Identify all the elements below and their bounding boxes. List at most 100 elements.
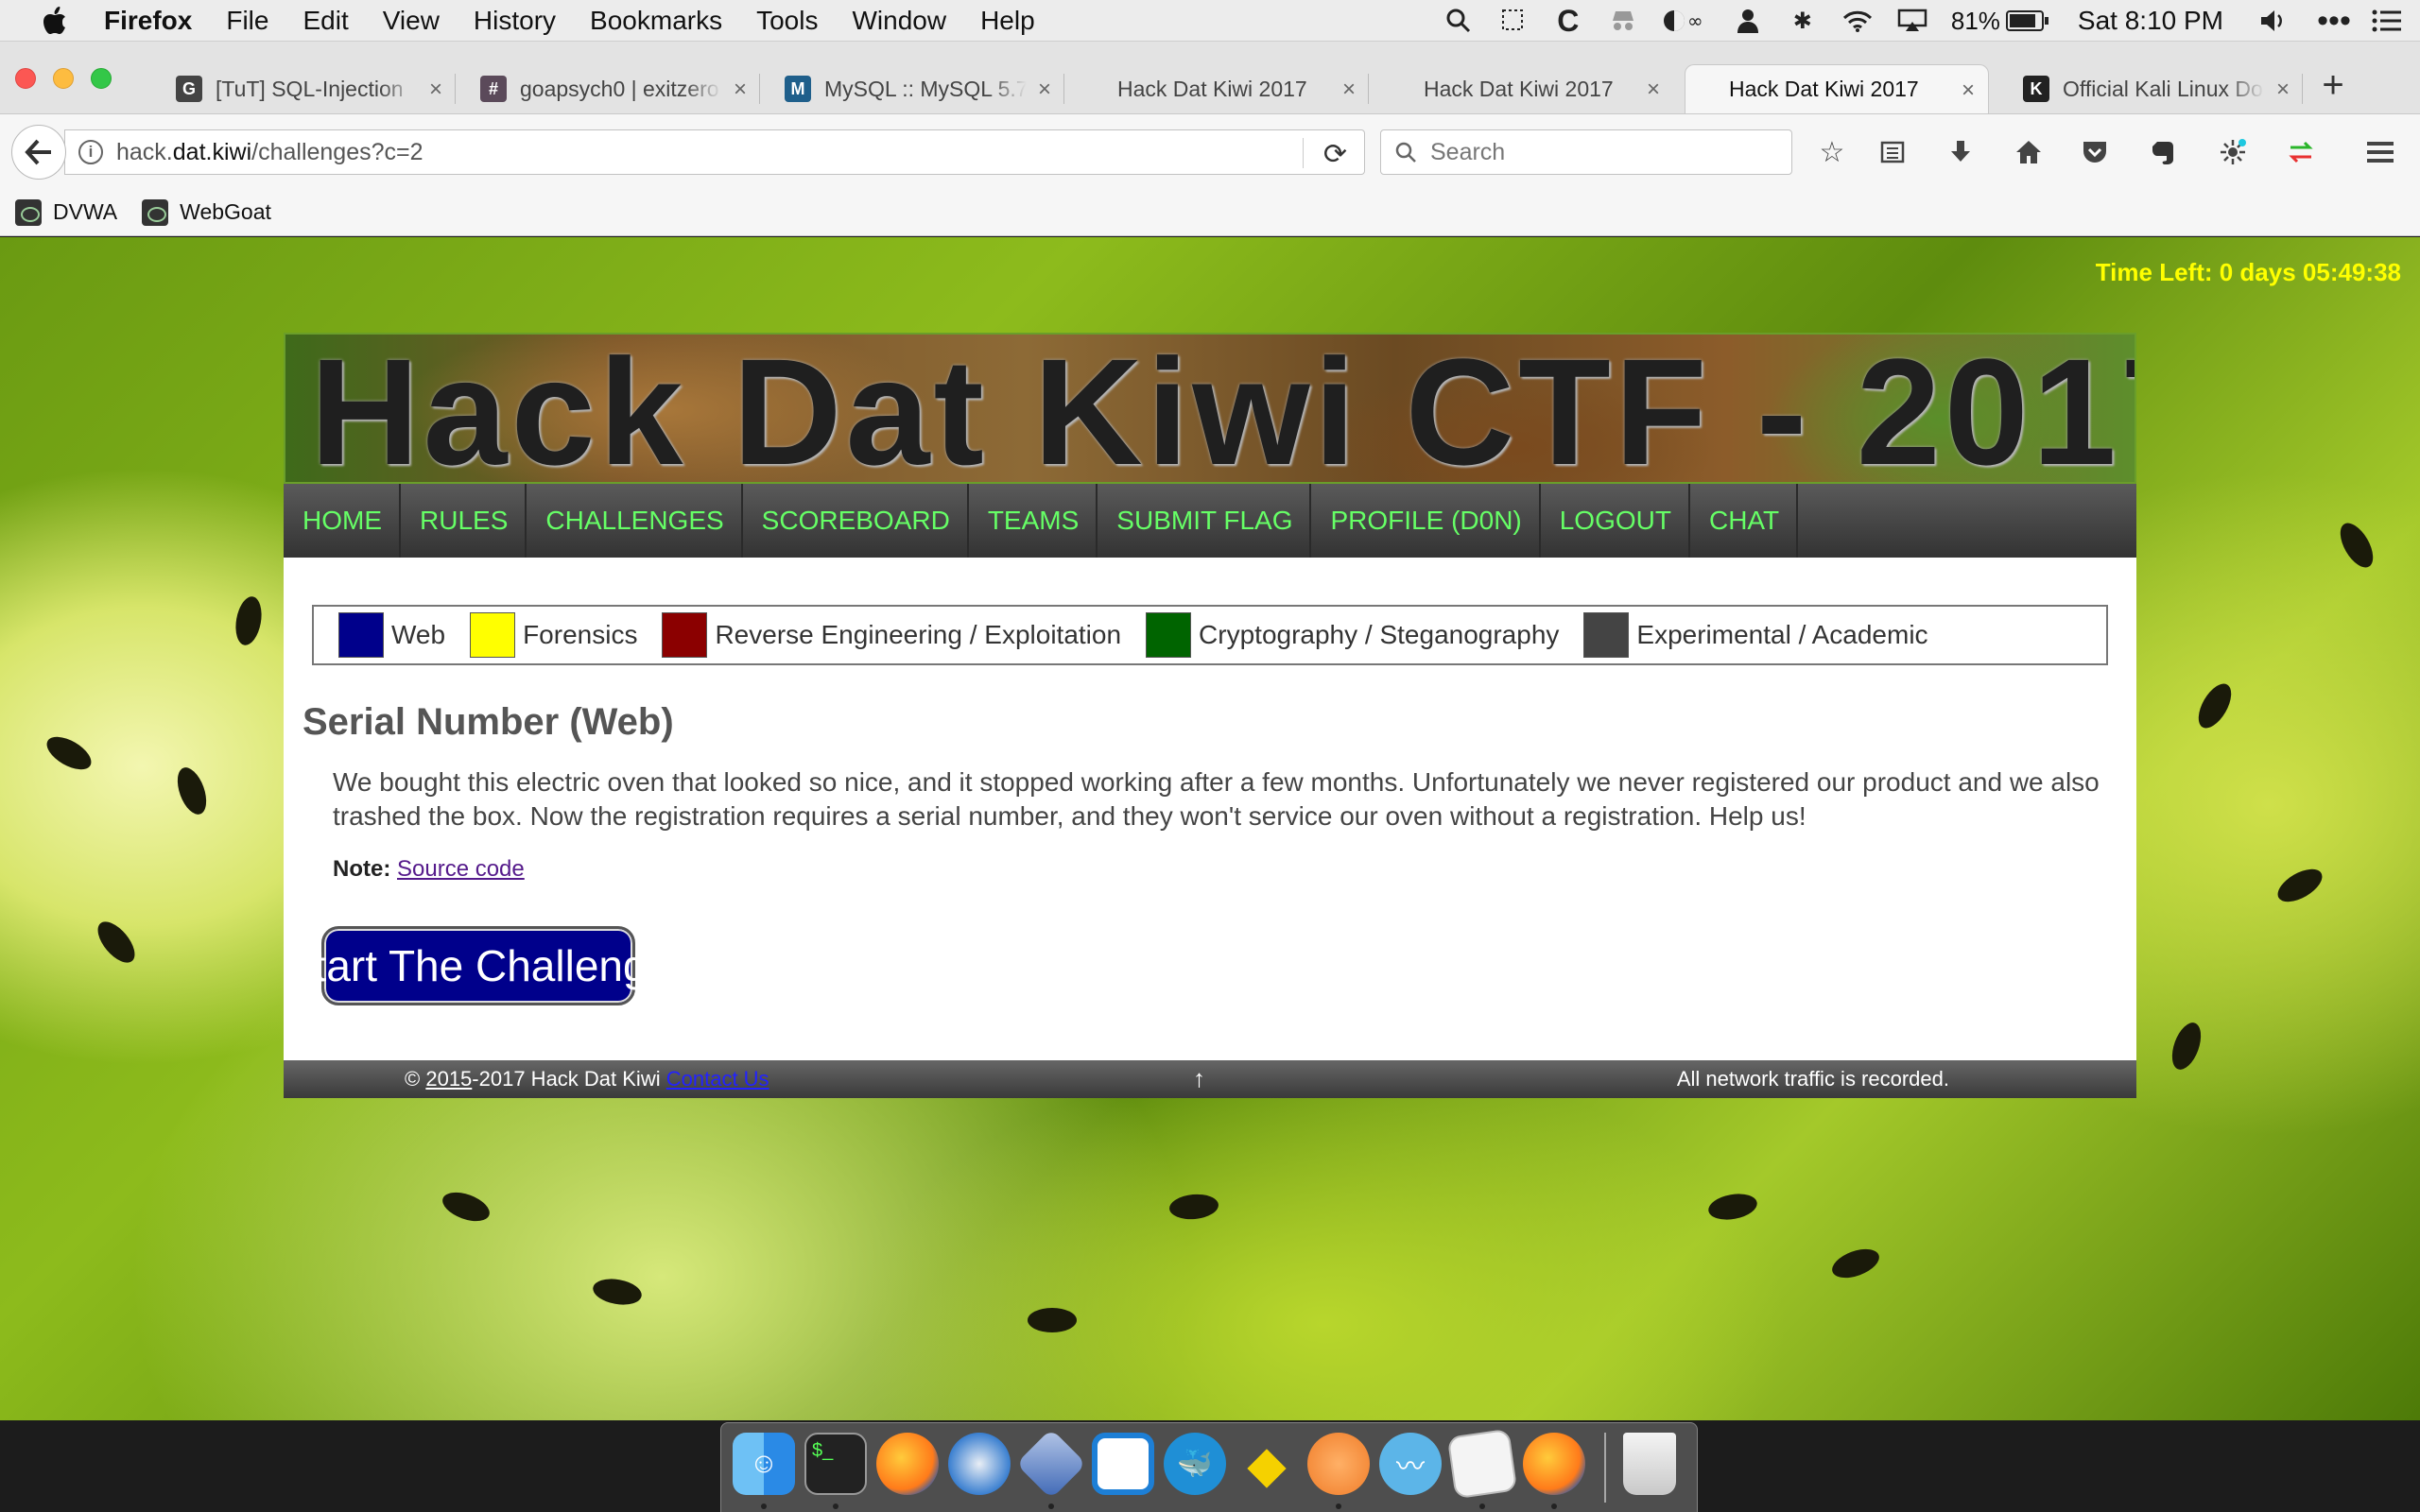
url-text[interactable]: hack.dat.kiwi/challenges?c=2 [116, 139, 424, 166]
nav-challenges[interactable]: CHALLENGES [527, 484, 743, 558]
tab-close-icon[interactable]: × [1038, 77, 1051, 103]
tab-kali-linux[interactable]: K Official Kali Linux Do × [1998, 64, 2303, 113]
footer-copyright: © 2015-2017 Hack Dat Kiwi Contact Us [405, 1067, 769, 1091]
nav-rules[interactable]: RULES [401, 484, 527, 558]
firefox-icon[interactable] [876, 1433, 939, 1495]
tab-close-icon[interactable]: × [1962, 77, 1975, 104]
kiwi-seed-decoration [1828, 1243, 1883, 1284]
menu-bookmarks[interactable]: Bookmarks [590, 6, 722, 36]
home-icon[interactable] [2010, 133, 2048, 171]
proxy-switch-icon[interactable] [2282, 133, 2320, 171]
kiwi-seed-decoration [2272, 862, 2328, 909]
screenshot-icon[interactable] [1497, 7, 1530, 35]
firefox-icon-2[interactable] [1523, 1433, 1585, 1495]
challenge-title: Serial Number (Web) [302, 701, 674, 743]
back-button[interactable] [11, 125, 66, 180]
tab-sql-injection[interactable]: G [TuT] SQL-Injection × [151, 64, 456, 113]
tab-close-icon[interactable]: × [1647, 77, 1660, 103]
menu-edit[interactable]: Edit [302, 6, 348, 36]
url-bar[interactable]: i hack.dat.kiwi/challenges?c=2 ⟳ [64, 129, 1365, 175]
menu-file[interactable]: File [226, 6, 268, 36]
downloads-icon[interactable] [1942, 133, 1979, 171]
menu-help[interactable]: Help [980, 6, 1035, 36]
menu-tools[interactable]: Tools [756, 6, 818, 36]
challenge-content: Web Forensics Reverse Engineering / Expl… [284, 558, 2136, 1060]
menu-history[interactable]: History [474, 6, 556, 36]
trash-icon[interactable] [1623, 1433, 1676, 1495]
menu-window[interactable]: Window [852, 6, 946, 36]
window-minimize-button[interactable] [53, 68, 74, 89]
textedit-icon[interactable] [1446, 1428, 1518, 1500]
running-indicator [1048, 1503, 1054, 1509]
start-challenge-button[interactable]: Start The Challenge [285, 926, 671, 1005]
site-info-icon[interactable]: i [78, 140, 103, 164]
ccleaner-icon[interactable]: C [1552, 4, 1584, 38]
bookmark-webgoat[interactable]: WebGoat [142, 198, 271, 226]
notification-center-icon[interactable] [2371, 7, 2403, 35]
reader-list-icon[interactable] [1874, 133, 1911, 171]
extension-icon[interactable] [2214, 133, 2252, 171]
nav-logout[interactable]: LOGOUT [1541, 484, 1690, 558]
incognito-icon[interactable] [1607, 7, 1639, 35]
pocket-icon[interactable] [2076, 133, 2114, 171]
tab-close-icon[interactable]: × [1342, 77, 1356, 103]
window-close-button[interactable] [15, 68, 36, 89]
nav-submit-flag[interactable]: SUBMIT FLAG [1098, 484, 1312, 558]
scroll-top-arrow[interactable]: ↑ [1193, 1064, 1205, 1093]
tab-close-icon[interactable]: × [429, 77, 442, 103]
transmit-icon[interactable] [1307, 1433, 1370, 1495]
nav-scoreboard[interactable]: SCOREBOARD [743, 484, 969, 558]
bluetooth-icon[interactable]: ✱ [1787, 7, 1819, 35]
menu-view[interactable]: View [383, 6, 440, 36]
page-viewport: Time Left: 0 days 05:49:38 Hack Dat Kiwi… [0, 237, 2420, 1420]
legend-swatch [338, 612, 384, 658]
footer-year-link[interactable]: 2015 [425, 1067, 472, 1091]
hamburger-menu-icon[interactable] [2361, 133, 2399, 171]
nav-home[interactable]: HOME [284, 484, 401, 558]
spotlight-icon[interactable] [1443, 7, 1475, 35]
tab-hack-dat-kiwi-2[interactable]: Hack Dat Kiwi 2017 × [1369, 64, 1673, 113]
tab-mysql[interactable]: M MySQL :: MySQL 5.7 × [760, 64, 1064, 113]
legend-reverse-engineering: Reverse Engineering / Exploitation [662, 612, 1121, 658]
tab-close-icon[interactable]: × [2276, 77, 2290, 103]
tab-goapsych0[interactable]: # goapsych0 | exitzero × [456, 64, 760, 113]
menu-app-firefox[interactable]: Firefox [104, 6, 192, 36]
apple-icon[interactable] [34, 0, 76, 42]
kiwi-seed-decoration [591, 1275, 644, 1309]
finder-icon[interactable]: ☺ [733, 1433, 795, 1495]
wifi-icon[interactable] [1841, 7, 1874, 35]
new-tab-button[interactable]: + [2314, 66, 2352, 106]
kiwi-seed-decoration [2191, 678, 2238, 734]
tunnelblick-icon[interactable]: 〰 [1379, 1433, 1442, 1495]
source-code-link[interactable]: Source code [397, 856, 525, 882]
tab-close-icon[interactable]: × [734, 77, 747, 103]
vmware-icon[interactable] [1092, 1433, 1154, 1495]
reload-icon[interactable]: ⟳ [1323, 138, 1347, 171]
nav-chat[interactable]: CHAT [1690, 484, 1799, 558]
nav-teams[interactable]: TEAMS [969, 484, 1098, 558]
cyberduck-icon[interactable]: ◆ [1236, 1433, 1298, 1495]
airplay-icon[interactable] [1896, 7, 1928, 35]
infinity-toggle-icon[interactable]: ∞ [1662, 7, 1709, 35]
volume-icon[interactable] [2257, 7, 2290, 35]
contact-us-link[interactable]: Contact Us [666, 1067, 769, 1091]
more-icon[interactable]: ••• [2317, 3, 2351, 39]
menubar-clock[interactable]: Sat 8:10 PM [2078, 6, 2223, 36]
thunderbird-icon[interactable] [948, 1433, 1011, 1495]
bookmark-dvwa[interactable]: DVWA [15, 198, 117, 226]
terminal-icon[interactable]: $_ [804, 1433, 867, 1495]
virtualbox-icon[interactable] [1015, 1428, 1087, 1500]
nav-profile[interactable]: PROFILE (D0N) [1311, 484, 1541, 558]
user-icon[interactable] [1732, 7, 1764, 35]
ctf-site-container: Hack Dat Kiwi CTF - 2017 HOME RULES CHAL… [284, 333, 2136, 1098]
challenge-description: We bought this electric oven that looked… [333, 767, 2100, 831]
window-zoom-button[interactable] [91, 68, 112, 89]
tab-hack-dat-kiwi-1[interactable]: Hack Dat Kiwi 2017 × [1064, 64, 1369, 113]
tab-hack-dat-kiwi-active[interactable]: Hack Dat Kiwi 2017 × [1685, 64, 1989, 113]
bookmark-star-icon[interactable]: ☆ [1813, 133, 1851, 171]
search-bar[interactable]: Search [1380, 129, 1792, 175]
evernote-icon[interactable] [2144, 133, 2182, 171]
battery-icon[interactable] [2005, 7, 2049, 35]
kiwi-seed-decoration [1167, 1192, 1220, 1222]
docker-icon[interactable]: 🐳 [1164, 1433, 1226, 1495]
